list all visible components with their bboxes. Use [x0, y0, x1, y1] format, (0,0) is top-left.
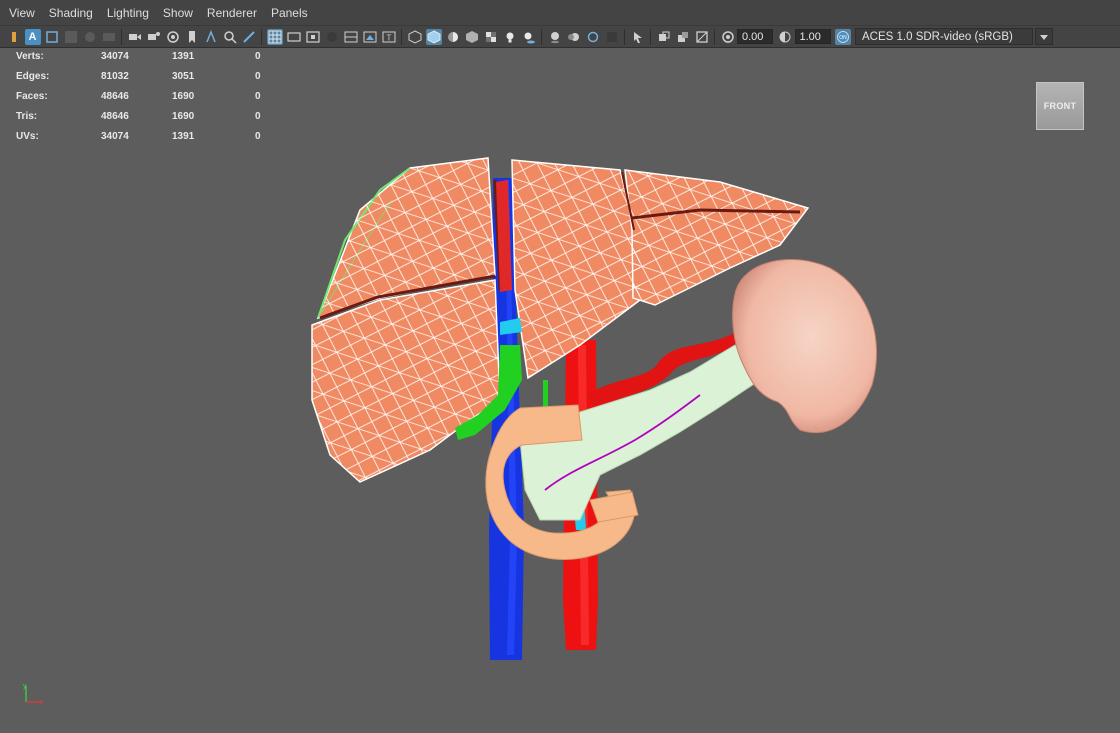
bookmark-icon[interactable] — [184, 29, 200, 45]
isolate-icon[interactable] — [604, 29, 620, 45]
svg-text:T: T — [386, 33, 391, 42]
camera-lock-icon[interactable] — [165, 29, 181, 45]
marquee-icon[interactable] — [44, 29, 60, 45]
checker-icon[interactable] — [483, 29, 499, 45]
viewport-menubar: View Shading Lighting Show Renderer Pane… — [0, 0, 1120, 26]
shadows-icon[interactable] — [521, 29, 537, 45]
antialias-icon[interactable] — [585, 29, 601, 45]
toolbar-separator — [650, 28, 651, 45]
default-material-icon[interactable] — [445, 29, 461, 45]
viewport-scene[interactable] — [0, 48, 1120, 678]
axis-gizmo: y x — [23, 683, 44, 706]
colorspace-toggle-icon[interactable]: ON — [834, 28, 851, 45]
wireframe-icon[interactable] — [407, 29, 423, 45]
colorspace-dropdown[interactable]: ACES 1.0 SDR-video (sRGB) — [855, 28, 1033, 45]
camera-icon[interactable] — [127, 29, 143, 45]
camera-select-icon[interactable] — [6, 29, 22, 45]
axis-y-label: y — [23, 683, 27, 690]
camera-attr-icon[interactable] — [146, 29, 162, 45]
select-mode-icon[interactable]: A — [24, 28, 41, 45]
axis-x-label: x — [40, 699, 44, 706]
chevron-down-icon[interactable] — [1035, 28, 1053, 45]
grid-icon[interactable] — [266, 28, 283, 45]
svg-text:ON: ON — [839, 35, 847, 41]
resolution-gate-icon[interactable] — [305, 29, 321, 45]
motion-blur-icon[interactable] — [566, 29, 582, 45]
grease-pencil-icon[interactable] — [241, 29, 257, 45]
toolbar-separator — [624, 28, 625, 45]
pan-icon[interactable] — [203, 29, 219, 45]
menu-panels[interactable]: Panels — [264, 0, 315, 26]
exposure-icon[interactable] — [720, 29, 736, 45]
safe-title-icon[interactable]: T — [381, 29, 397, 45]
xray-icon[interactable] — [630, 29, 646, 45]
menu-lighting[interactable]: Lighting — [100, 0, 156, 26]
safe-action-icon[interactable] — [362, 29, 378, 45]
gate-mask-icon[interactable] — [324, 29, 340, 45]
menu-show[interactable]: Show — [156, 0, 200, 26]
lights-icon[interactable] — [502, 29, 518, 45]
gamma-field[interactable]: 1.00 — [794, 29, 831, 44]
backface-icon[interactable] — [694, 29, 710, 45]
grid-snap-icon[interactable] — [63, 29, 79, 45]
toolbar-separator — [261, 28, 262, 45]
object-snap-icon[interactable] — [82, 29, 98, 45]
spleen[interactable] — [732, 259, 878, 434]
toolbar-separator — [714, 28, 715, 45]
field-chart-icon[interactable] — [343, 29, 359, 45]
gamma-icon[interactable] — [777, 29, 793, 45]
menu-renderer[interactable]: Renderer — [200, 0, 264, 26]
smooth-shade-icon[interactable] — [425, 28, 442, 45]
xray-active-icon[interactable] — [675, 29, 691, 45]
toolbar-separator — [541, 28, 542, 45]
textured-icon[interactable] — [464, 29, 480, 45]
exposure-field[interactable]: 0.00 — [737, 29, 773, 44]
layer-snap-icon[interactable] — [101, 29, 117, 45]
toolbar-separator — [401, 28, 402, 45]
select-mode-label: A — [28, 30, 37, 43]
menu-shading[interactable]: Shading — [42, 0, 100, 26]
zoom-icon[interactable] — [222, 29, 238, 45]
xray-joints-icon[interactable] — [656, 29, 672, 45]
viewport-toolbar: A T 0.00 1.00 ON ACES 1.0 SDR-video (sRG… — [0, 26, 1120, 48]
toolbar-separator — [121, 28, 122, 45]
ambient-occlusion-icon[interactable] — [547, 29, 563, 45]
menu-view[interactable]: View — [0, 0, 42, 26]
film-gate-icon[interactable] — [286, 29, 302, 45]
